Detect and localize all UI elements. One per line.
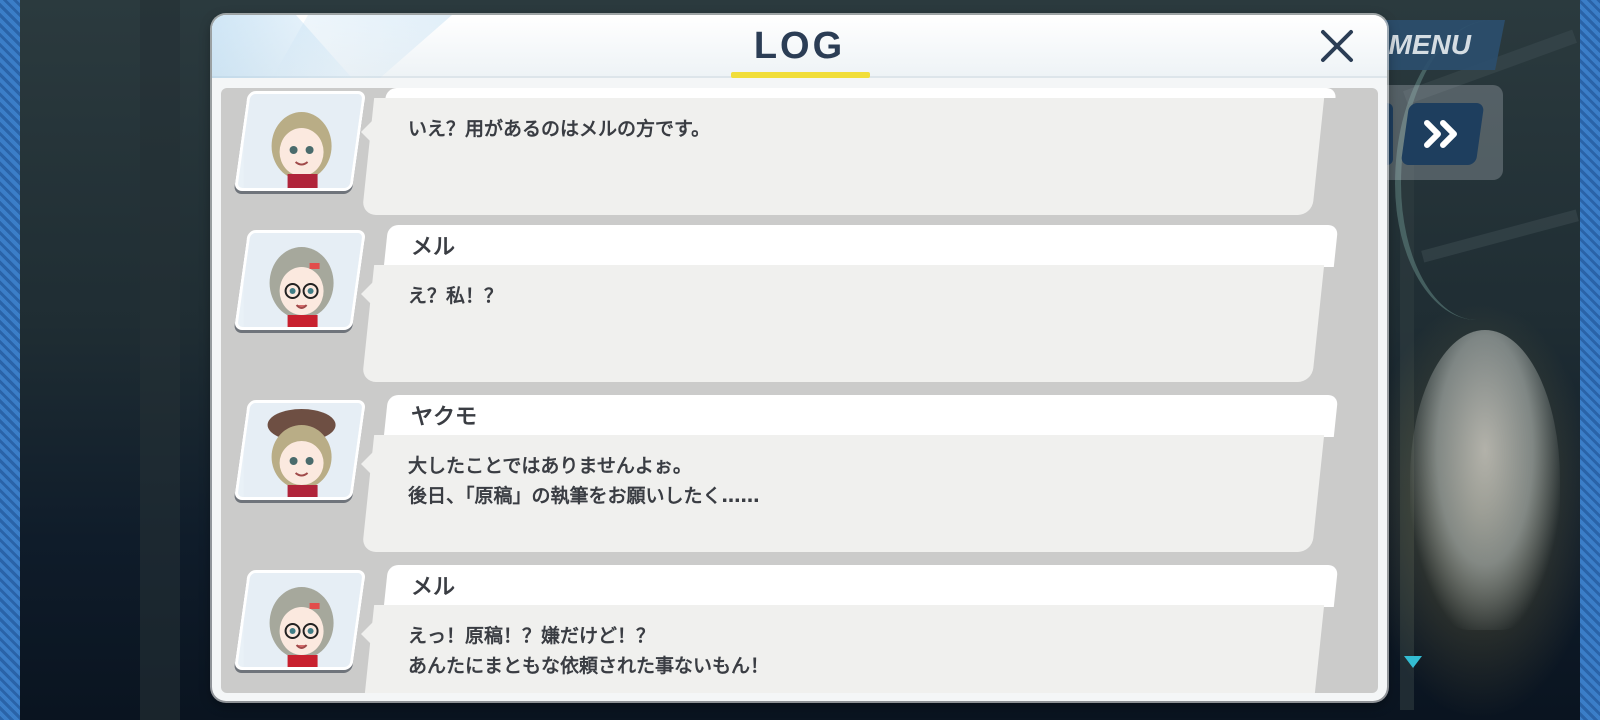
portrait-yakumo-icon: [243, 403, 362, 500]
dialogue-pointer: [361, 280, 375, 308]
speaker-portrait-meru: [233, 570, 367, 670]
log-dialog: LOG いえ？用があるのはメルの方です。 メル え？私！？ ヤクモ 大したことで…: [212, 15, 1387, 701]
dialogue-line: いえ？用があるのはメルの方です。: [408, 118, 711, 140]
log-entry: ヤクモ 大したことではありませんよぉ。 後日、「原稿」の執筆をお願いしたく……: [221, 395, 1378, 555]
log-title: LOG: [753, 25, 846, 67]
speaker-name-bar: [383, 395, 1339, 437]
dialogue-pointer: [361, 450, 375, 478]
speaker-portrait-yakumo: [233, 400, 367, 500]
portrait-meru-icon: [243, 573, 362, 670]
speaker-portrait-yakumo: [233, 91, 367, 191]
dialogue-line: 後日、「原稿」の執筆をお願いしたく……: [408, 485, 760, 507]
speaker-name-bar: [385, 88, 1337, 98]
speaker-name: ヤクモ: [411, 405, 478, 430]
fast-forward-button[interactable]: [1400, 103, 1485, 165]
speaker-name-bar: [383, 565, 1339, 607]
close-button[interactable]: [1320, 29, 1354, 63]
dialogue-line: え？私！？: [408, 285, 504, 307]
portrait-meru-icon: [243, 233, 362, 330]
dialogue-pointer: [361, 620, 375, 648]
double-chevron-right-icon: [1423, 120, 1457, 148]
portrait-yakumo-icon: [243, 94, 362, 191]
scene-pillar: [140, 0, 180, 720]
log-list[interactable]: いえ？用があるのはメルの方です。 メル え？私！？ ヤクモ 大したことではありま…: [221, 88, 1378, 693]
dialogue-pointer: [361, 118, 375, 146]
dialogue-line: あんたにまともな依頼された事ないもん！: [408, 655, 770, 677]
dialogue-line: 大したことではありませんよぉ。: [408, 455, 692, 477]
log-entry: メル え？私！？: [221, 225, 1378, 385]
log-header: LOG: [212, 15, 1387, 78]
speaker-name: メル: [411, 575, 456, 600]
title-underline: [731, 72, 870, 78]
log-entry: メル えっ！原稿！？嫌だけど！？ あんたにまともな依頼された事ないもん！: [221, 565, 1378, 693]
dialogue-line: えっ！原稿！？嫌だけど！？: [408, 625, 656, 647]
speaker-portrait-meru: [233, 230, 367, 330]
dialogue-box: [361, 605, 1325, 693]
close-icon: [1321, 30, 1353, 62]
log-entry: いえ？用があるのはメルの方です。: [221, 88, 1378, 215]
scroll-indicator-icon: [1404, 656, 1422, 668]
dialogue-box: [361, 265, 1325, 382]
speaker-name: メル: [411, 235, 456, 260]
speaker-name-bar: [383, 225, 1339, 267]
scene-character: [1410, 330, 1560, 630]
